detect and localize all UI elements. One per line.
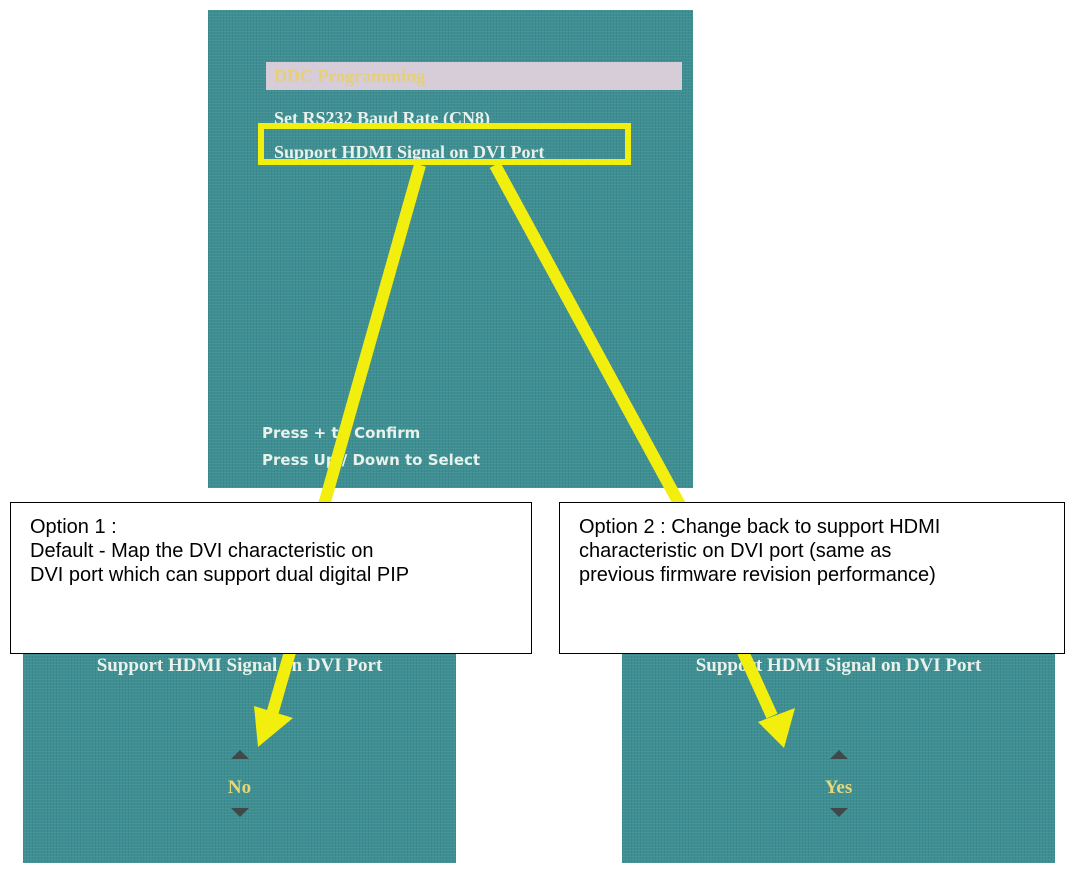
callout-line: Option 1 :: [30, 516, 117, 538]
hint-select: Press Up / Down to Select: [262, 451, 481, 469]
arrow-up-icon[interactable]: [829, 750, 848, 759]
osd-main-menu: DDC Programming Set RS232 Baud Rate (CN8…: [208, 10, 693, 488]
osd-option1-submenu: Support HDMI Signal on DVI Port No: [23, 631, 456, 863]
callout-option1: Option 1 : Default - Map the DVI charact…: [10, 502, 532, 654]
callout-line: Option 2 : Change back to support HDMI: [579, 516, 941, 538]
arrow-up-icon[interactable]: [230, 750, 249, 759]
arrow-down-icon[interactable]: [230, 808, 249, 817]
arrow-down-icon[interactable]: [829, 808, 848, 817]
submenu-title: Support HDMI Signal on DVI Port: [695, 655, 982, 676]
callout-line: Default - Map the DVI characteristic on: [30, 540, 374, 562]
callout-line: DVI port which can support dual digital …: [30, 564, 410, 586]
highlight-box: [258, 123, 631, 165]
osd-option2-submenu: Support HDMI Signal on DVI Port Yes: [622, 631, 1055, 863]
callout-line: characteristic on DVI port (same as: [579, 540, 892, 562]
setting-value-no[interactable]: No: [23, 777, 456, 799]
callout-option2: Option 2 : Change back to support HDMI c…: [559, 502, 1065, 654]
callout-line: previous firmware revision performance): [579, 564, 936, 586]
submenu-title: Support HDMI Signal on DVI Port: [96, 655, 383, 676]
setting-value-yes[interactable]: Yes: [622, 777, 1055, 799]
menu-item-ddc-programming[interactable]: DDC Programming: [266, 62, 682, 90]
hint-confirm: Press + to Confirm: [262, 424, 421, 442]
